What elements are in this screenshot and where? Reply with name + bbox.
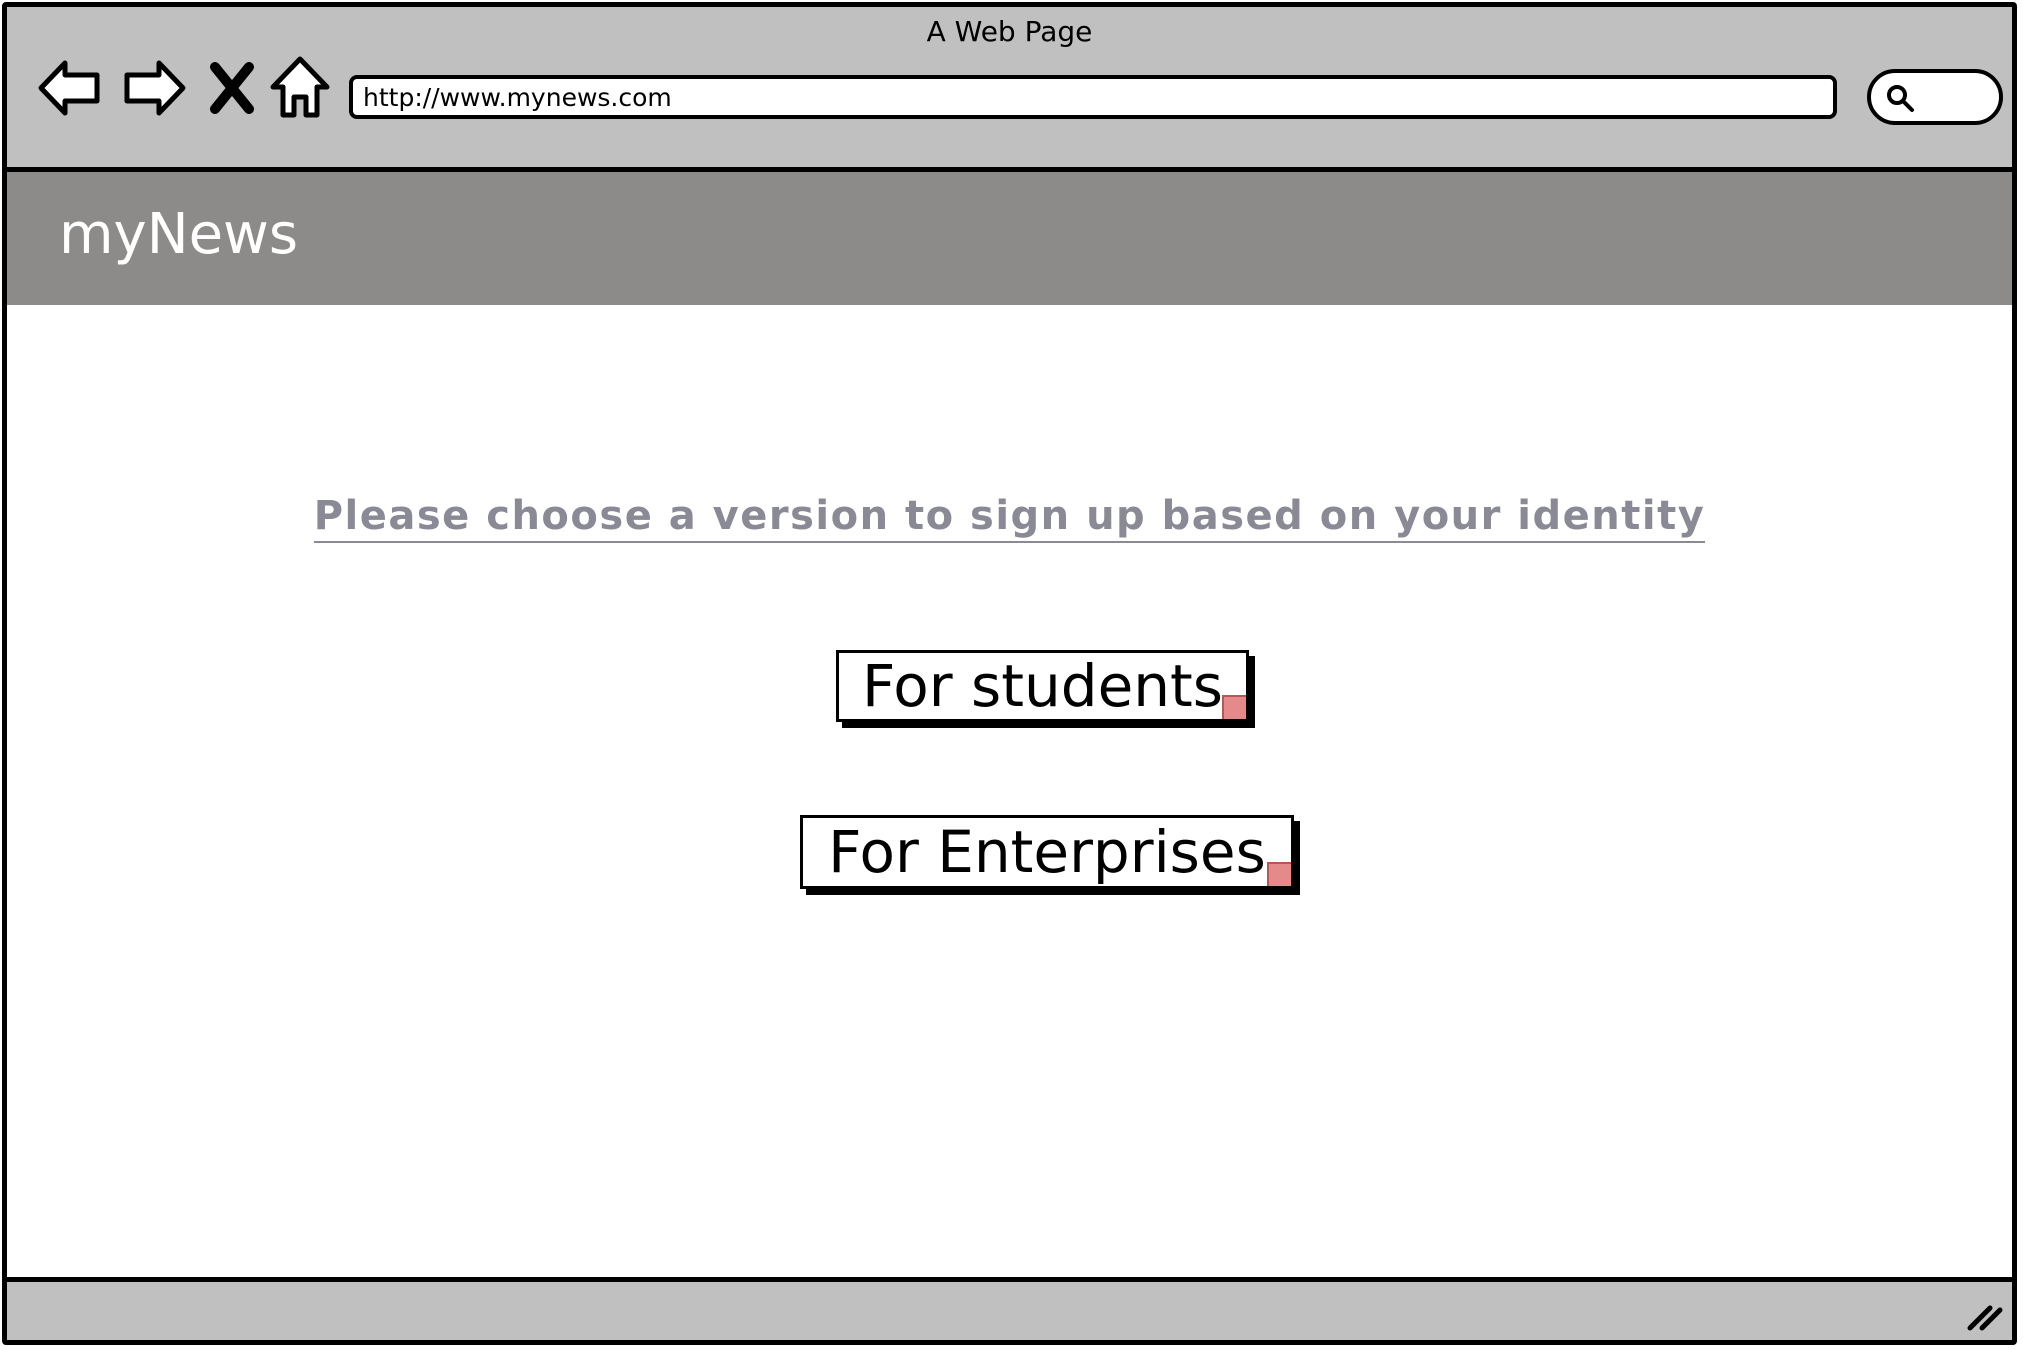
- for-enterprises-button[interactable]: For Enterprises: [800, 815, 1294, 889]
- status-bar: [7, 1277, 2012, 1340]
- site-logo[interactable]: myNews: [59, 202, 298, 267]
- home-icon[interactable]: [265, 53, 335, 123]
- close-icon[interactable]: [201, 53, 263, 123]
- for-students-label: For students: [862, 652, 1223, 720]
- signup-prompt-link[interactable]: Please choose a version to sign up based…: [313, 493, 1706, 543]
- link-arrow-icon: [1267, 862, 1291, 886]
- for-enterprises-label: For Enterprises: [828, 818, 1266, 886]
- forward-arrow-icon[interactable]: [119, 53, 189, 123]
- resize-grip-icon[interactable]: [1964, 1296, 2004, 1332]
- link-arrow-icon: [1222, 695, 1246, 719]
- search-icon: [1885, 83, 1915, 113]
- browser-window: A Web Page myNews Please choose a versio…: [2, 2, 2017, 1345]
- url-input[interactable]: [349, 75, 1837, 119]
- browser-toolbar: A Web Page: [7, 7, 2012, 172]
- signup-prompt: Please choose a version to sign up based…: [7, 493, 2012, 543]
- search-box[interactable]: [1867, 69, 2003, 125]
- site-header: myNews: [7, 172, 2012, 305]
- back-arrow-icon[interactable]: [35, 53, 105, 123]
- window-title: A Web Page: [926, 15, 1093, 48]
- for-students-button[interactable]: For students: [836, 650, 1249, 722]
